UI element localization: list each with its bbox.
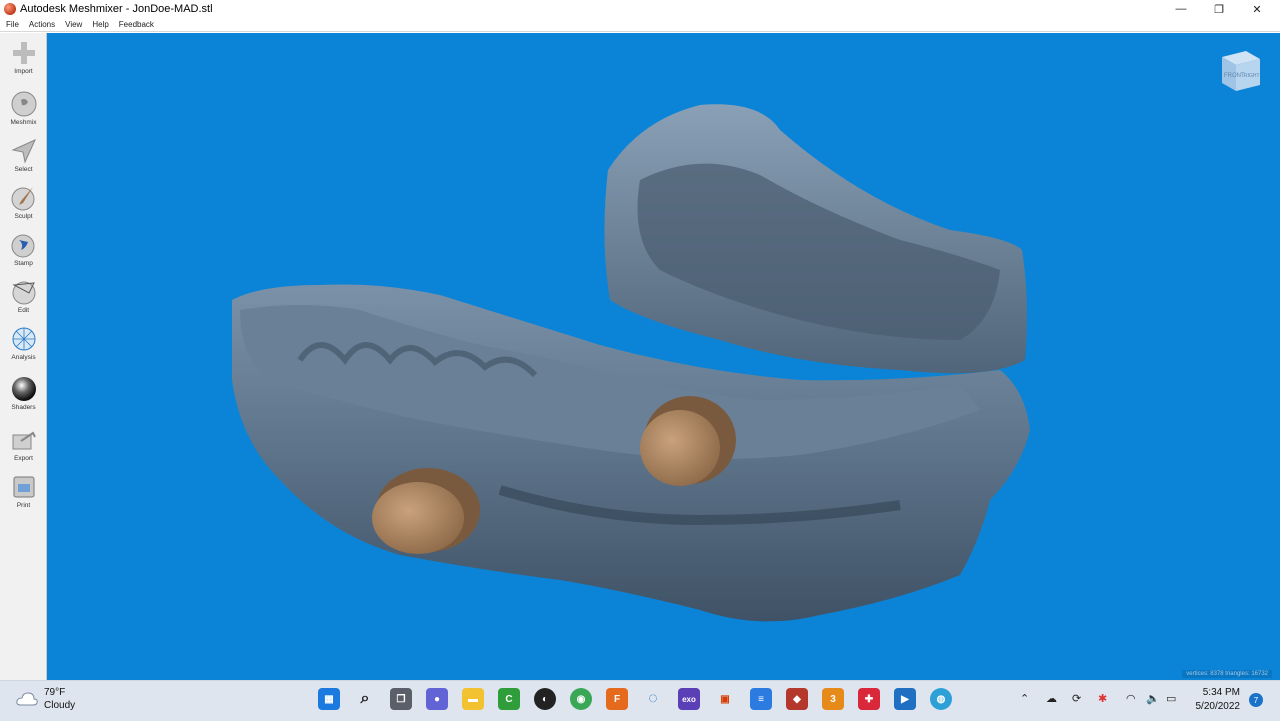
- menu-actions[interactable]: Actions: [29, 20, 55, 29]
- clock-date: 5/20/2022: [1195, 701, 1241, 712]
- tool-label: Edit: [17, 307, 30, 314]
- app-icon-swirl[interactable]: ◌: [642, 688, 664, 710]
- search-icon[interactable]: ⌕: [354, 688, 376, 710]
- shader-sphere-icon: [11, 377, 36, 401]
- volume-icon[interactable]: 🔈: [1146, 692, 1160, 705]
- menu-file[interactable]: File: [6, 20, 19, 29]
- cloud-icon: [16, 692, 38, 706]
- viewcube-front-label: FRONT: [1224, 73, 1245, 79]
- notification-badge[interactable]: 7: [1249, 693, 1263, 707]
- tool-label: Stamp: [14, 260, 33, 267]
- weather-widget[interactable]: 79°F Cloudy: [16, 686, 75, 712]
- app-icon-globe[interactable]: ◍: [930, 688, 952, 710]
- close-button[interactable]: ✕: [1238, 0, 1276, 18]
- meshmix-bunny-icon: [11, 91, 36, 117]
- title-bar: Autodesk Meshmixer - JonDoe-MAD.stl — ❐ …: [0, 0, 1280, 18]
- mouthguard-model: [232, 104, 1030, 622]
- clock[interactable]: 5:34 PM 5/20/2022: [1180, 686, 1241, 714]
- tool-panel: Import Meshmix Select Sculpt Stamp Edit …: [0, 33, 47, 680]
- menu-feedback[interactable]: Feedback: [119, 20, 154, 29]
- maximize-button[interactable]: ❐: [1200, 0, 1238, 18]
- sync-icon[interactable]: ⟳: [1072, 692, 1081, 705]
- clock-time: 5:34 PM: [1202, 687, 1240, 698]
- stamp-icon: [11, 234, 34, 258]
- task-view-icon[interactable]: ❐: [390, 688, 412, 710]
- app-icon-3[interactable]: 3: [822, 688, 844, 710]
- tool-analysis[interactable]: Analysis: [0, 321, 47, 367]
- select-arrow-icon: [10, 138, 36, 164]
- file-explorer-icon[interactable]: ▬: [462, 688, 484, 710]
- mesh-stats: vertices: 8378 triangles: 16732: [1182, 670, 1272, 678]
- tool-label: Meshmix: [10, 119, 37, 126]
- tool-export[interactable]: Export: [0, 422, 47, 468]
- sculpt-brush-icon: [11, 187, 34, 211]
- tool-sculpt[interactable]: Sculpt: [0, 180, 47, 226]
- menu-help[interactable]: Help: [92, 20, 108, 29]
- tool-label: Export: [14, 455, 33, 462]
- tool-stamp[interactable]: Stamp: [0, 227, 47, 273]
- plus-icon: [12, 42, 35, 64]
- taskbar: 79°F Cloudy ▦ ⌕ ❐ ● ▬ C ◐ ◉ F ◌ exo ▣ ≡ …: [0, 680, 1280, 721]
- teams-chat-icon[interactable]: ●: [426, 688, 448, 710]
- wifi-icon[interactable]: ◠: [1126, 692, 1136, 705]
- tool-label: Import: [14, 68, 33, 75]
- notepad-icon[interactable]: ≡: [750, 688, 772, 710]
- app-icon-red[interactable]: ✚: [858, 688, 880, 710]
- viewcube-right-label: RIGHT: [1244, 73, 1260, 79]
- edit-icon: [11, 281, 35, 305]
- tool-import[interactable]: Import: [0, 35, 47, 81]
- tool-meshmix[interactable]: Meshmix: [0, 86, 47, 132]
- tool-label: Print: [16, 502, 31, 509]
- office-icon[interactable]: ▣: [714, 688, 736, 710]
- meshmixer-app-icon: [4, 3, 16, 15]
- tool-label: Shaders: [11, 404, 36, 411]
- camtasia-icon[interactable]: C: [498, 688, 520, 710]
- onedrive-icon[interactable]: ☁: [1046, 692, 1057, 705]
- analysis-mesh-icon: [12, 327, 35, 351]
- exocad-icon[interactable]: exo: [678, 688, 700, 710]
- minimize-button[interactable]: —: [1162, 0, 1200, 18]
- app-icon-orange[interactable]: ◐: [534, 688, 556, 710]
- app-tray-icon[interactable]: ✱: [1098, 692, 1107, 705]
- tool-shaders[interactable]: Shaders: [0, 371, 47, 417]
- weather-temp: 79°F: [44, 687, 66, 698]
- app-icon-blue[interactable]: ▶: [894, 688, 916, 710]
- tool-edit[interactable]: Edit: [0, 274, 47, 320]
- fusion-icon[interactable]: F: [606, 688, 628, 710]
- tool-print[interactable]: Print: [0, 469, 47, 515]
- chrome-icon[interactable]: ◉: [570, 688, 592, 710]
- tool-select[interactable]: Select: [0, 133, 47, 179]
- menu-bar: File Actions View Help Feedback: [0, 18, 1280, 32]
- tool-label: Select: [14, 166, 33, 173]
- 3d-viewport[interactable]: FRONT RIGHT vertices: 8378 triangles: 16…: [47, 33, 1280, 680]
- start-windows-icon[interactable]: ▦: [318, 688, 340, 710]
- chevron-up-icon[interactable]: ⌃: [1020, 692, 1029, 705]
- tool-label: Analysis: [11, 354, 36, 361]
- view-cube[interactable]: FRONT RIGHT: [1216, 47, 1266, 97]
- tool-label: Sculpt: [14, 213, 33, 220]
- battery-icon[interactable]: ▭: [1166, 692, 1176, 705]
- menu-view[interactable]: View: [65, 20, 82, 29]
- printer-icon: [13, 476, 34, 498]
- window-title: Autodesk Meshmixer - JonDoe-MAD.stl: [20, 3, 213, 15]
- meshmixer-taskbar-icon[interactable]: ◆: [786, 688, 808, 710]
- export-icon: [12, 431, 36, 450]
- weather-condition: Cloudy: [44, 700, 76, 711]
